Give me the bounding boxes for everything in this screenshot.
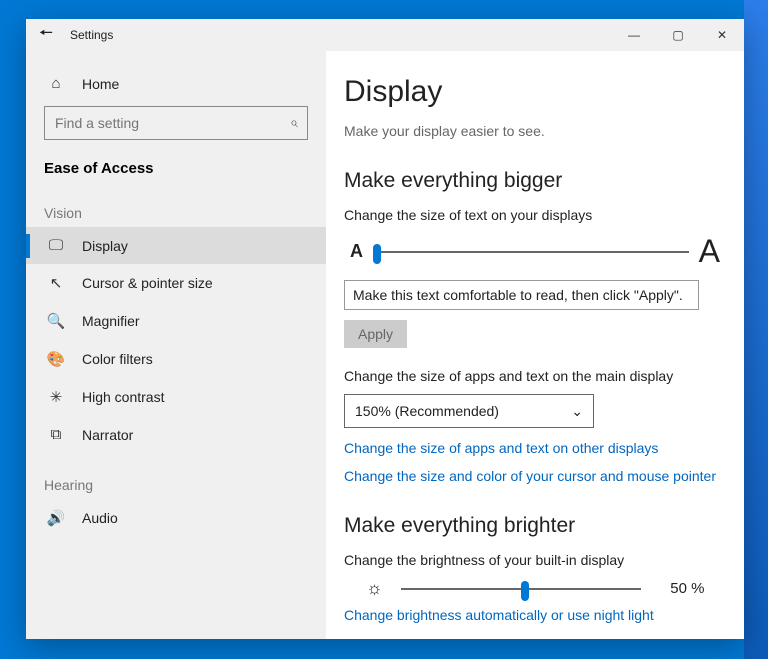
sidebar-item-label: Audio [82, 510, 118, 526]
link-night-light[interactable]: Change brightness automatically or use n… [344, 607, 726, 623]
scaling-dropdown[interactable]: 150% (Recommended) ⌄ [344, 394, 594, 428]
text-size-label: Change the size of text on your displays [344, 207, 726, 223]
sidebar-item-colorfilters[interactable]: 🎨 Color filters [26, 340, 326, 378]
desktop-background [744, 0, 768, 659]
back-button[interactable]: 🠔 [26, 22, 66, 49]
section-brighter-heading: Make everything brighter [344, 514, 726, 538]
big-a-icon: A [699, 233, 720, 270]
maximize-button[interactable]: ▢ [656, 19, 700, 51]
page-subtitle: Make your display easier to see. [344, 123, 726, 139]
narrator-icon: ⧉ [44, 426, 68, 443]
slider-track [373, 251, 689, 253]
brightness-label: Change the brightness of your built-in d… [344, 552, 726, 568]
sidebar-item-label: Color filters [82, 351, 153, 367]
titlebar: 🠔 Settings — ▢ ✕ [26, 19, 744, 51]
link-other-displays[interactable]: Change the size of apps and text on othe… [344, 440, 726, 456]
text-size-slider[interactable] [373, 242, 689, 262]
category-label: Ease of Access [26, 150, 326, 181]
sample-text-box: Make this text comfortable to read, then… [344, 280, 699, 310]
slider-thumb[interactable] [521, 581, 529, 601]
sun-icon: ☼ [366, 578, 383, 599]
close-button[interactable]: ✕ [700, 19, 744, 51]
audio-icon: 🔊 [44, 509, 68, 527]
small-a-icon: A [350, 241, 363, 262]
sidebar-item-highcontrast[interactable]: ✳ High contrast [26, 378, 326, 416]
group-hearing-label: Hearing [26, 453, 326, 499]
sidebar-item-cursor[interactable]: ↖ Cursor & pointer size [26, 264, 326, 302]
app-size-label: Change the size of apps and text on the … [344, 368, 726, 384]
sidebar-item-label: Cursor & pointer size [82, 275, 213, 291]
slider-thumb[interactable] [373, 244, 381, 264]
contrast-icon: ✳ [44, 388, 68, 406]
search-wrap: ⌕ [44, 106, 308, 140]
home-nav[interactable]: ⌂ Home [26, 65, 326, 102]
sidebar-item-narrator[interactable]: ⧉ Narrator [26, 416, 326, 453]
link-cursor-settings[interactable]: Change the size and color of your cursor… [344, 468, 726, 484]
sidebar-item-audio[interactable]: 🔊 Audio [26, 499, 326, 537]
sidebar-item-label: Narrator [82, 427, 133, 443]
dropdown-value: 150% (Recommended) [355, 403, 499, 419]
text-size-slider-row: A A [344, 233, 726, 270]
content-pane: Display Make your display easier to see.… [326, 51, 744, 639]
sidebar-item-label: High contrast [82, 389, 164, 405]
home-icon: ⌂ [44, 75, 68, 92]
sidebar: ⌂ Home ⌕ Ease of Access Vision 🖵 Display… [26, 51, 326, 639]
sidebar-item-magnifier[interactable]: 🔍 Magnifier [26, 302, 326, 340]
brightness-value: 50 % [655, 580, 705, 597]
search-icon: ⌕ [290, 114, 298, 131]
search-input[interactable] [44, 106, 308, 140]
cursor-icon: ↖ [44, 274, 68, 292]
group-vision-label: Vision [26, 181, 326, 227]
chevron-down-icon: ⌄ [571, 403, 583, 420]
page-title: Display [344, 75, 726, 109]
minimize-button[interactable]: — [612, 19, 656, 51]
settings-window: 🠔 Settings — ▢ ✕ ⌂ Home ⌕ Ease of Access… [26, 19, 744, 639]
section-bigger-heading: Make everything bigger [344, 169, 726, 193]
sidebar-item-label: Display [82, 238, 128, 254]
window-title: Settings [66, 28, 113, 42]
magnifier-icon: 🔍 [44, 312, 68, 330]
home-label: Home [82, 76, 119, 92]
sidebar-item-label: Magnifier [82, 313, 140, 329]
brightness-slider[interactable] [401, 579, 641, 599]
display-icon: 🖵 [44, 237, 68, 254]
apply-button[interactable]: Apply [344, 320, 407, 348]
brightness-slider-row: ☼ 50 % [344, 578, 726, 599]
sidebar-item-display[interactable]: 🖵 Display [26, 227, 326, 264]
palette-icon: 🎨 [44, 350, 68, 368]
